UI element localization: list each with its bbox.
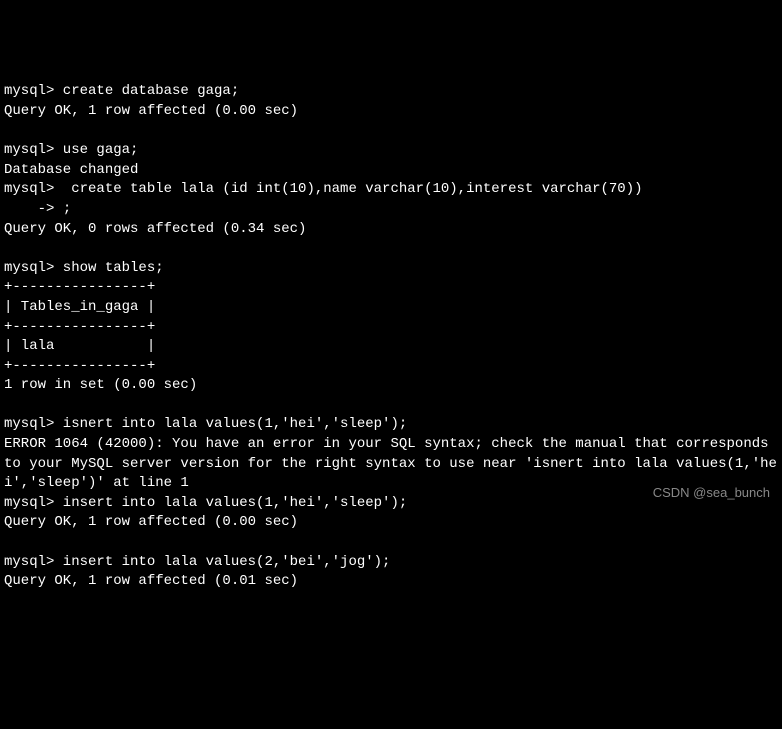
terminal-line: Query OK, 1 row affected (0.00 sec) <box>4 102 778 122</box>
terminal-line <box>4 533 778 553</box>
terminal-line: +----------------+ <box>4 278 778 298</box>
terminal-line: mysql> isnert into lala values(1,'hei','… <box>4 415 778 435</box>
terminal-line: Query OK, 1 row affected (0.00 sec) <box>4 513 778 533</box>
terminal-line: Query OK, 1 row affected (0.01 sec) <box>4 572 778 592</box>
terminal-line <box>4 396 778 416</box>
terminal-line: -> ; <box>4 200 778 220</box>
terminal-line: mysql> insert into lala values(2,'bei','… <box>4 553 778 573</box>
terminal-line: mysql> use gaga; <box>4 141 778 161</box>
terminal-line: mysql> create table lala (id int(10),nam… <box>4 180 778 200</box>
watermark: CSDN @sea_bunch <box>653 484 770 502</box>
terminal-line: | lala | <box>4 337 778 357</box>
terminal-line: Database changed <box>4 161 778 181</box>
terminal-line: mysql> show tables; <box>4 259 778 279</box>
terminal-line: +----------------+ <box>4 318 778 338</box>
terminal-line: | Tables_in_gaga | <box>4 298 778 318</box>
terminal-line <box>4 239 778 259</box>
terminal-line: Query OK, 0 rows affected (0.34 sec) <box>4 220 778 240</box>
terminal-output: mysql> create database gaga;Query OK, 1 … <box>4 82 778 591</box>
terminal-line <box>4 122 778 142</box>
terminal-line: +----------------+ <box>4 357 778 377</box>
terminal-line: 1 row in set (0.00 sec) <box>4 376 778 396</box>
terminal-line: mysql> create database gaga; <box>4 82 778 102</box>
